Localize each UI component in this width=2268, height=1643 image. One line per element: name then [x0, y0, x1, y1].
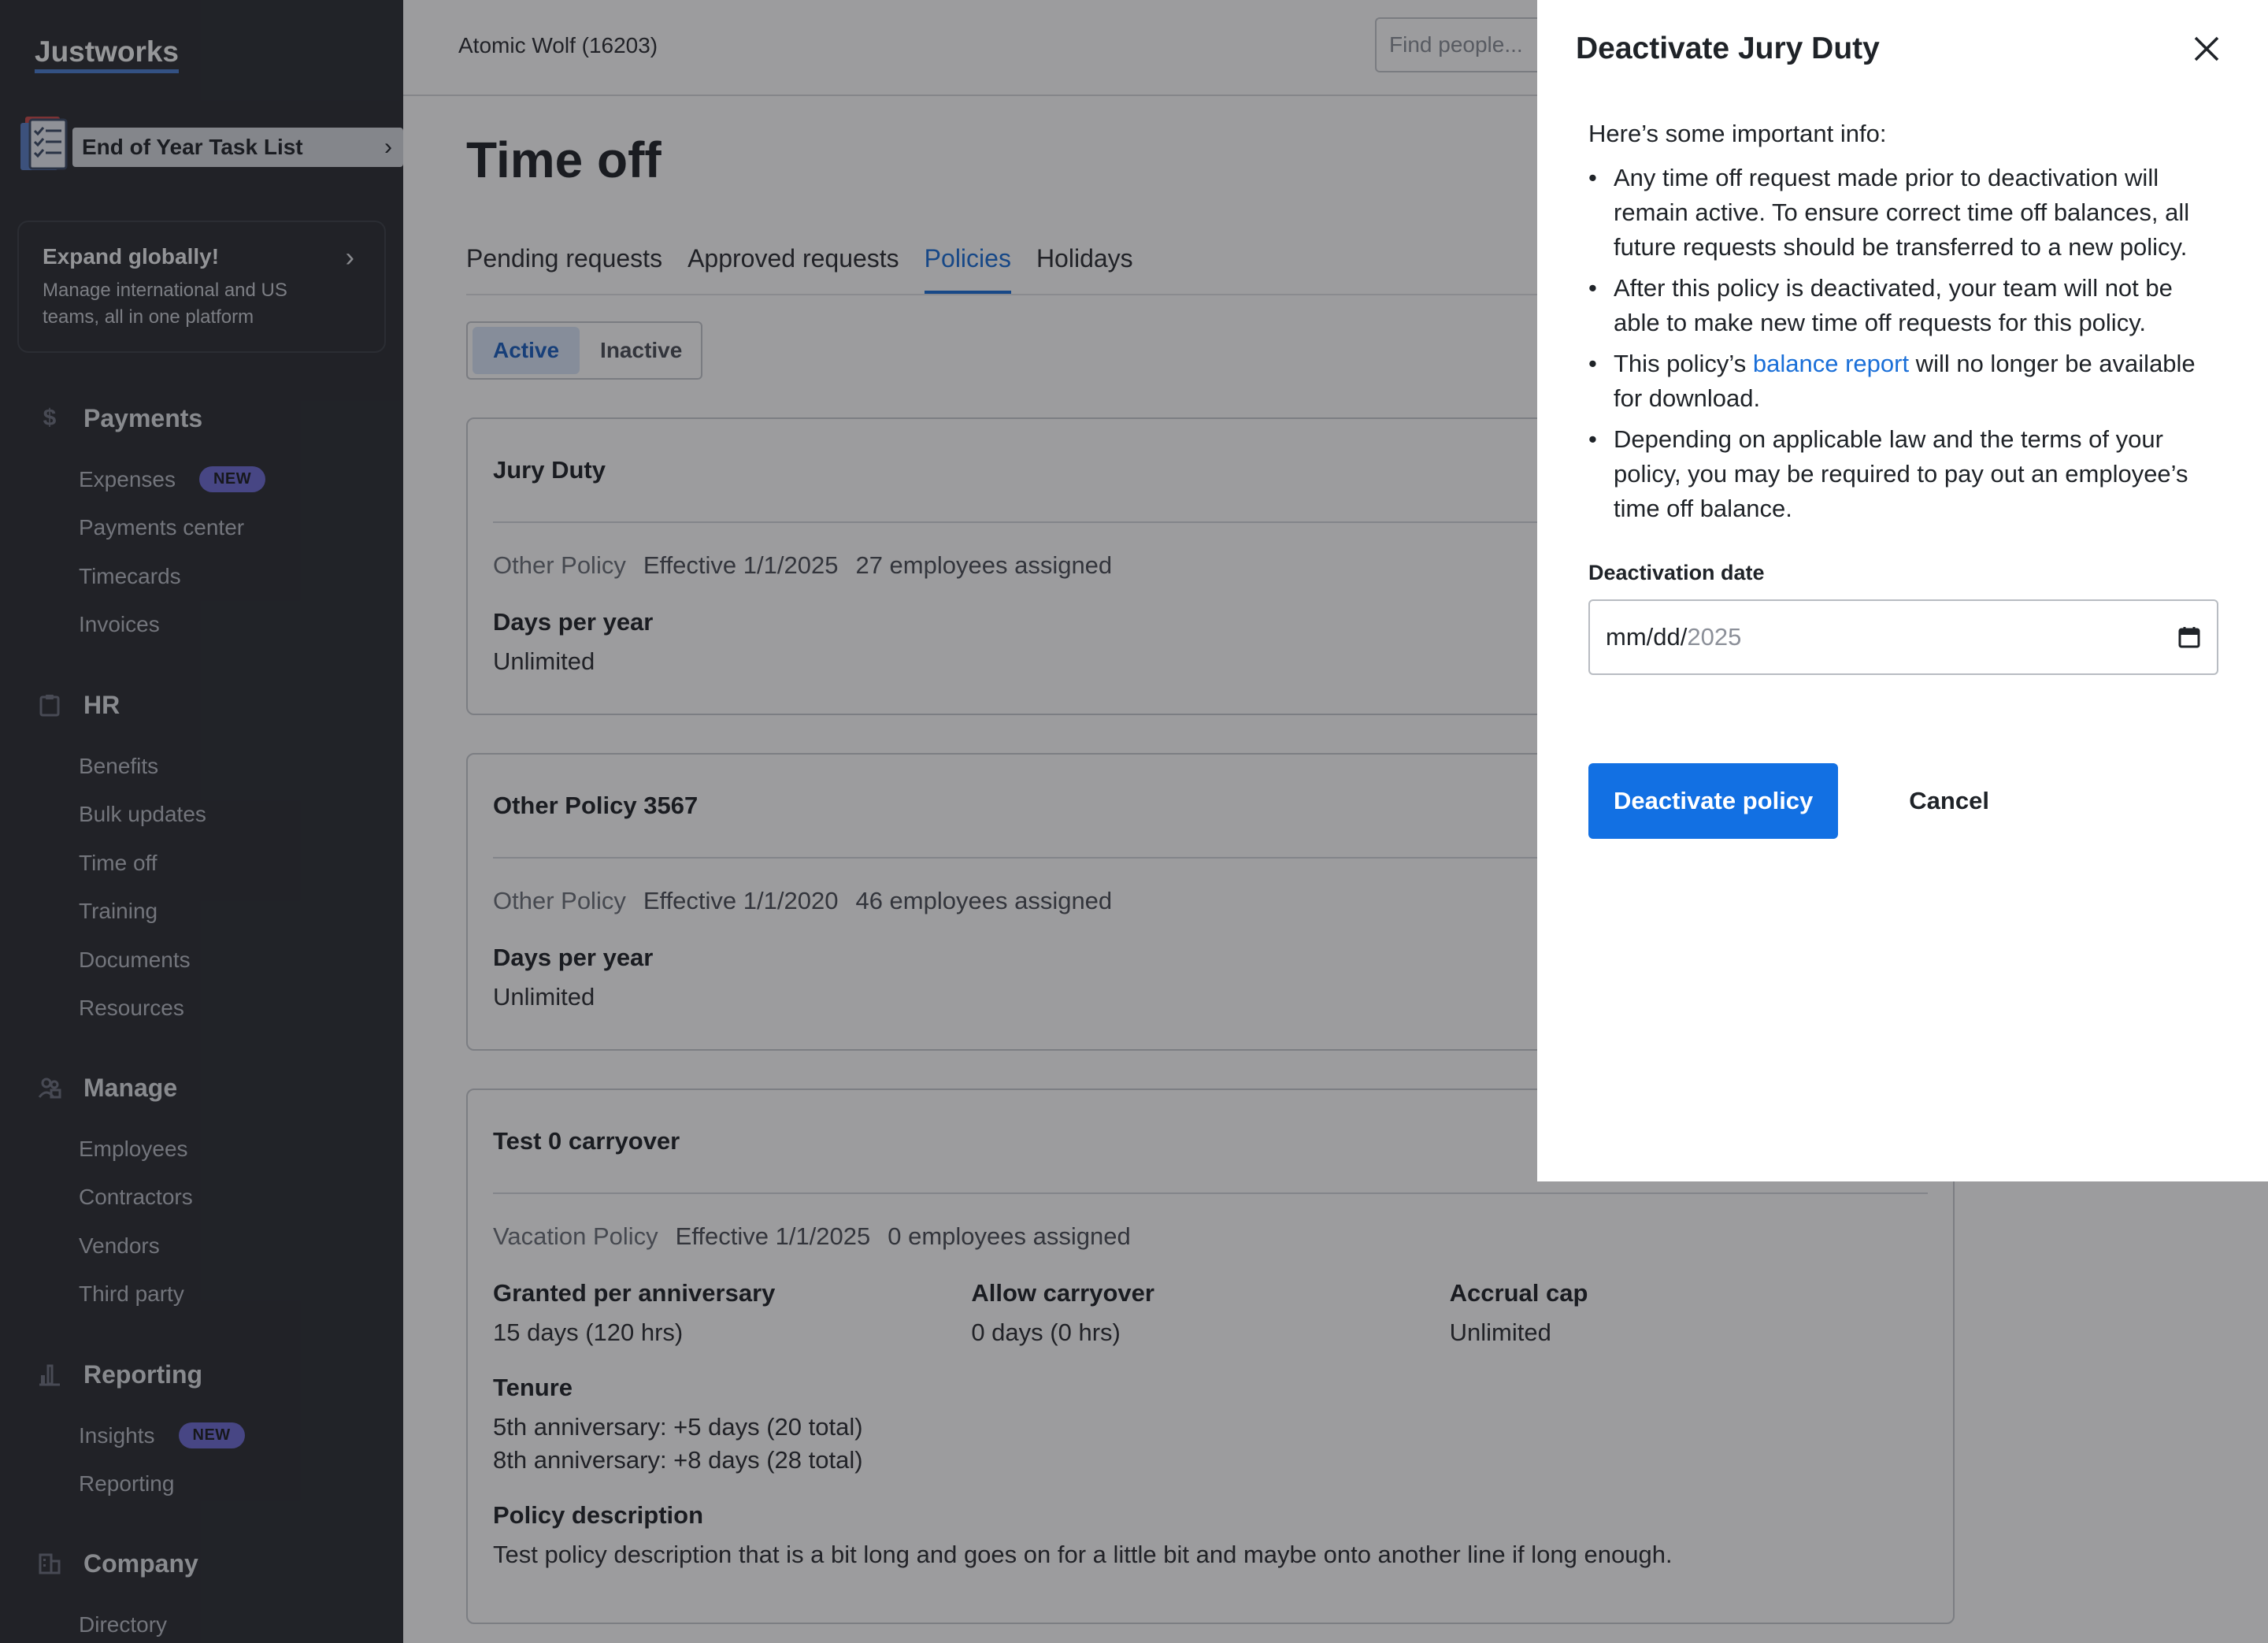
info-item: This policy’s balance report will no lon…: [1588, 347, 2218, 416]
info-text: This policy’s: [1614, 350, 1753, 377]
info-list: Any time off request made prior to deact…: [1588, 161, 2218, 526]
cancel-button[interactable]: Cancel: [1909, 787, 1989, 815]
dialog-actions: Deactivate policy Cancel: [1588, 763, 2218, 839]
close-icon[interactable]: [2186, 28, 2227, 69]
app-root: Justworks End of Year Task List › Expand…: [0, 0, 2268, 1643]
deactivate-policy-dialog: Deactivate Jury Duty Here’s some importa…: [1537, 0, 2268, 1181]
deactivate-policy-button[interactable]: Deactivate policy: [1588, 763, 1839, 839]
dialog-intro: Here’s some important info:: [1588, 120, 1887, 147]
deactivation-date-input[interactable]: mm/dd/2025: [1588, 599, 2218, 675]
dialog-body: Here’s some important info: Any time off…: [1588, 120, 2218, 839]
dialog-title: Deactivate Jury Duty: [1576, 32, 1880, 65]
balance-report-link[interactable]: balance report: [1753, 350, 1909, 377]
date-format: mm/dd/: [1606, 623, 1688, 651]
deactivation-date-label: Deactivation date: [1588, 561, 1765, 584]
info-item: Depending on applicable law and the term…: [1588, 422, 2218, 526]
date-value: mm/dd/2025: [1606, 623, 1741, 651]
info-item: After this policy is deactivated, your t…: [1588, 271, 2218, 340]
info-item: Any time off request made prior to deact…: [1588, 161, 2218, 265]
calendar-icon[interactable]: [2177, 625, 2201, 649]
date-year: 2025: [1687, 623, 1742, 651]
